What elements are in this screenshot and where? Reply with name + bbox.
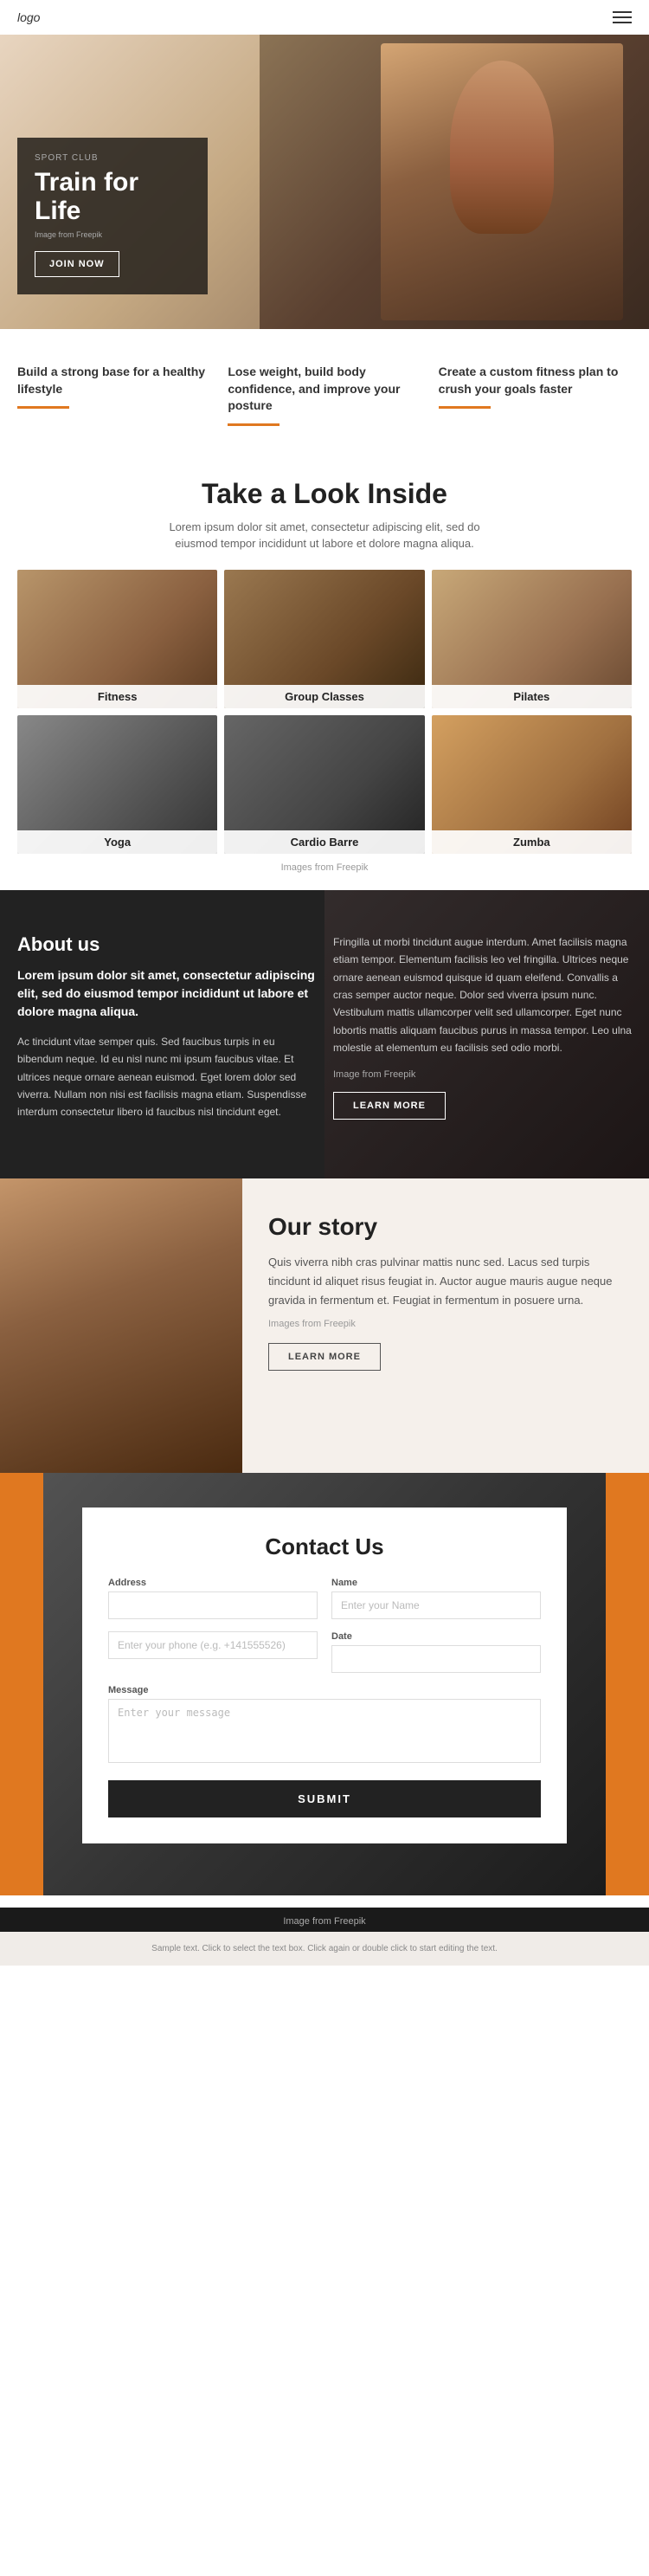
story-text: Quis viverra nibh cras pulvinar mattis n… — [268, 1253, 623, 1310]
story-image-credit: Images from Freepik — [268, 1319, 623, 1329]
gallery-label-pilates: Pilates — [432, 685, 632, 708]
story-image — [0, 1178, 242, 1473]
about-body: Ac tincidunt vitae semper quis. Sed fauc… — [17, 1033, 316, 1121]
address-label: Address — [108, 1578, 318, 1588]
logo: logo — [17, 10, 40, 24]
story-section: Our story Quis viverra nibh cras pulvina… — [0, 1178, 649, 1473]
gallery-item-pilates[interactable]: Pilates — [432, 570, 632, 708]
about-title: About us — [17, 933, 316, 956]
about-intro: Lorem ipsum dolor sit amet, consectetur … — [17, 966, 316, 1021]
feature-item-3: Create a custom fitness plan to crush yo… — [439, 364, 632, 426]
feature-item-1: Build a strong base for a healthy lifest… — [17, 364, 210, 426]
gallery-section: Take a Look Inside Lorem ipsum dolor sit… — [0, 452, 649, 890]
phone-group — [108, 1631, 318, 1673]
address-input[interactable] — [108, 1591, 318, 1619]
about-image-credit: Image from Freepik — [333, 1069, 632, 1080]
gallery-item-fitness[interactable]: Fitness — [17, 570, 217, 708]
feature-line-1 — [17, 406, 69, 409]
feature-item-2: Lose weight, build body confidence, and … — [228, 364, 421, 426]
gallery-item-group[interactable]: Group Classes — [224, 570, 424, 708]
orange-bar-right — [606, 1473, 649, 1895]
gallery-title: Take a Look Inside — [17, 478, 632, 510]
contact-form-row-2: Date — [108, 1631, 541, 1673]
message-label: Message — [108, 1685, 541, 1695]
contact-bg-credit: Image from Freepik — [0, 1908, 649, 1932]
date-label: Date — [331, 1631, 541, 1642]
feature-text-3: Create a custom fitness plan to crush yo… — [439, 364, 632, 397]
join-now-button[interactable]: JOIN NOW — [35, 251, 119, 277]
submit-button[interactable]: SUBMIT — [108, 1780, 541, 1817]
hero-overlay: SPORT CLUB Train for Life Image from Fre… — [17, 138, 208, 294]
phone-input[interactable] — [108, 1631, 318, 1659]
date-input[interactable] — [331, 1645, 541, 1673]
orange-bar-left — [0, 1473, 43, 1895]
story-image-inner — [0, 1178, 242, 1473]
gallery-item-yoga[interactable]: Yoga — [17, 715, 217, 854]
gallery-label-yoga: Yoga — [17, 830, 217, 854]
gallery-credit: Images from Freepik — [17, 862, 632, 873]
message-input[interactable] — [108, 1699, 541, 1763]
message-group: Message — [108, 1685, 541, 1763]
hero-person-image — [381, 43, 623, 320]
name-label: Name — [331, 1578, 541, 1588]
header: logo — [0, 0, 649, 35]
feature-text-1: Build a strong base for a healthy lifest… — [17, 364, 210, 397]
story-learn-more-button[interactable]: LEARN MORE — [268, 1343, 381, 1371]
hero-sport-club-label: SPORT CLUB — [35, 153, 190, 163]
gallery-label-cardio: Cardio Barre — [224, 830, 424, 854]
contact-title: Contact Us — [108, 1533, 541, 1560]
about-right: Fringilla ut morbi tincidunt augue inter… — [333, 933, 632, 1135]
story-content: Our story Quis viverra nibh cras pulvina… — [242, 1178, 649, 1473]
feature-text-2: Lose weight, build body confidence, and … — [228, 364, 421, 415]
name-input[interactable] — [331, 1591, 541, 1619]
address-group: Address — [108, 1578, 318, 1619]
hamburger-icon[interactable] — [613, 11, 632, 23]
feature-line-2 — [228, 423, 280, 426]
gallery-label-fitness: Fitness — [17, 685, 217, 708]
features-section: Build a strong base for a healthy lifest… — [0, 329, 649, 452]
contact-form-box: Contact Us Address Name Date Message — [82, 1508, 567, 1843]
hero-image-credit: Image from Freepik — [35, 230, 190, 239]
hero-title: Train for Life — [35, 168, 190, 225]
about-right-text: Fringilla ut morbi tincidunt augue inter… — [333, 933, 632, 1057]
name-group: Name — [331, 1578, 541, 1619]
feature-line-3 — [439, 406, 491, 409]
gallery-item-cardio[interactable]: Cardio Barre — [224, 715, 424, 854]
gallery-label-zumba: Zumba — [432, 830, 632, 854]
date-group: Date — [331, 1631, 541, 1673]
gallery-grid: Fitness Group Classes Pilates Yoga Cardi… — [17, 570, 632, 854]
about-learn-more-button[interactable]: LEARN MORE — [333, 1092, 446, 1120]
footer-note: Sample text. Click to select the text bo… — [0, 1932, 649, 1966]
gallery-item-zumba[interactable]: Zumba — [432, 715, 632, 854]
about-left: About us Lorem ipsum dolor sit amet, con… — [17, 933, 333, 1135]
about-section: About us Lorem ipsum dolor sit amet, con… — [0, 890, 649, 1178]
story-title: Our story — [268, 1213, 623, 1241]
contact-form-row-1: Address Name — [108, 1578, 541, 1619]
gallery-label-group: Group Classes — [224, 685, 424, 708]
contact-section: Contact Us Address Name Date Message — [0, 1473, 649, 1895]
gallery-description: Lorem ipsum dolor sit amet, consectetur … — [160, 519, 489, 552]
hero-section: SPORT CLUB Train for Life Image from Fre… — [0, 35, 649, 329]
